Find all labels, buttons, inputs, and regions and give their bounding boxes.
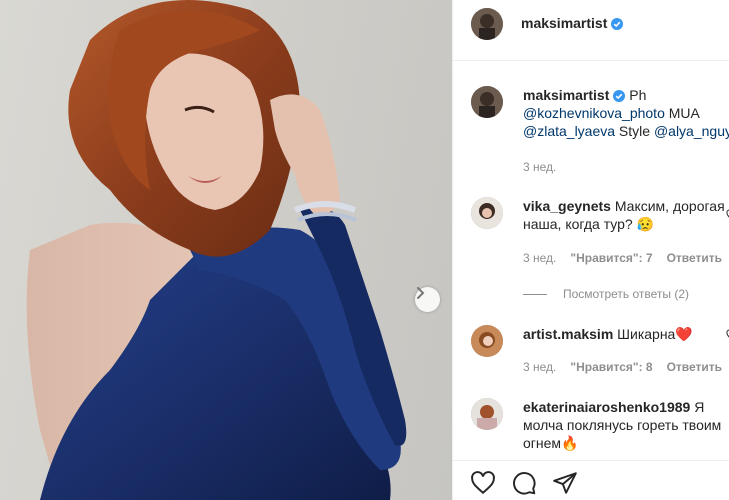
post-header: maksimartist xyxy=(453,0,729,61)
comment-text: artist.maksim Шикарна❤️ xyxy=(523,325,729,343)
comment-text: ekaterinaiaroshenko1989 Я молча поклянус… xyxy=(523,398,729,452)
mention-link-photographer[interactable]: @kozhevnikova_photo xyxy=(523,105,665,121)
mention-link-style[interactable]: @alya_nguy xyxy=(654,123,729,139)
caption-time[interactable]: 3 нед. xyxy=(523,160,556,174)
comment-time[interactable]: 3 нед. xyxy=(523,251,556,265)
comment-line-1: Максим, дорогая xyxy=(614,198,725,214)
commenter-avatar[interactable] xyxy=(471,398,503,430)
view-replies-button[interactable]: Посмотреть ответы (2) xyxy=(523,287,689,301)
avatar-image xyxy=(471,197,503,229)
comment-likes[interactable]: "Нравится": 7 xyxy=(570,251,652,265)
comment-text: vika_geynets Максим, дорогая наша, когда… xyxy=(523,197,729,233)
reply-button[interactable]: Ответить xyxy=(667,251,722,265)
comment-meta: 3 нед. "Нравится": 7 Ответить xyxy=(523,251,729,265)
post-side-panel: maksimartist maksimartist Ph @kozhevniko… xyxy=(452,0,729,500)
caption-line-2-text: MUA xyxy=(664,105,700,121)
avatar-image xyxy=(471,8,503,40)
verified-badge-icon xyxy=(611,18,624,30)
comment-icon[interactable] xyxy=(511,470,537,496)
caption-username[interactable]: maksimartist xyxy=(523,87,609,103)
view-replies-label: Посмотреть ответы (2) xyxy=(563,287,690,301)
avatar-image xyxy=(471,325,503,357)
photo-illustration xyxy=(26,0,407,500)
commenter-avatar[interactable] xyxy=(471,197,503,229)
post-action-bar xyxy=(453,460,729,500)
comment-line-2: молча поклянусь гореть твоим xyxy=(523,417,722,433)
caption-line-3-text: Style xyxy=(615,123,654,139)
comment-meta: 3 нед. "Нравится": 8 Ответить xyxy=(523,360,729,374)
comment-username[interactable]: ekaterinaiaroshenko1989 xyxy=(523,399,690,415)
avatar-image xyxy=(471,86,503,118)
mention-link-mua[interactable]: @zlata_lyaeva xyxy=(523,123,615,139)
comment-line-2: наша, когда тур? 😥 xyxy=(523,216,655,232)
comment-username[interactable]: artist.maksim xyxy=(523,326,613,342)
caption-text: maksimartist Ph @kozhevnikova_photo MUA … xyxy=(523,86,729,140)
reply-button[interactable]: Ответить xyxy=(667,360,722,374)
next-photo-button[interactable] xyxy=(415,287,440,312)
comment-time[interactable]: 3 нед. xyxy=(523,360,556,374)
chevron-right-icon xyxy=(417,287,425,299)
caption-author-avatar[interactable] xyxy=(471,86,503,118)
author-avatar[interactable] xyxy=(471,8,503,40)
caption-meta: 3 нед. xyxy=(523,160,570,174)
comment-line-1: Шикарна❤️ xyxy=(617,326,693,342)
avatar-image xyxy=(471,398,503,430)
author-username[interactable]: maksimartist xyxy=(521,15,607,31)
post-photo[interactable] xyxy=(0,0,452,500)
comment-line-3: огнем🔥 xyxy=(523,435,579,451)
commenter-avatar[interactable] xyxy=(471,325,503,357)
comment-line-1: Я xyxy=(694,399,705,415)
replies-divider xyxy=(523,294,547,296)
share-icon[interactable] xyxy=(552,470,578,496)
verified-badge-icon xyxy=(613,90,626,102)
comment-username[interactable]: vika_geynets xyxy=(523,198,611,214)
heart-icon[interactable] xyxy=(470,470,496,496)
comment-likes[interactable]: "Нравится": 8 xyxy=(570,360,652,374)
caption-line-1: Ph xyxy=(629,87,647,103)
